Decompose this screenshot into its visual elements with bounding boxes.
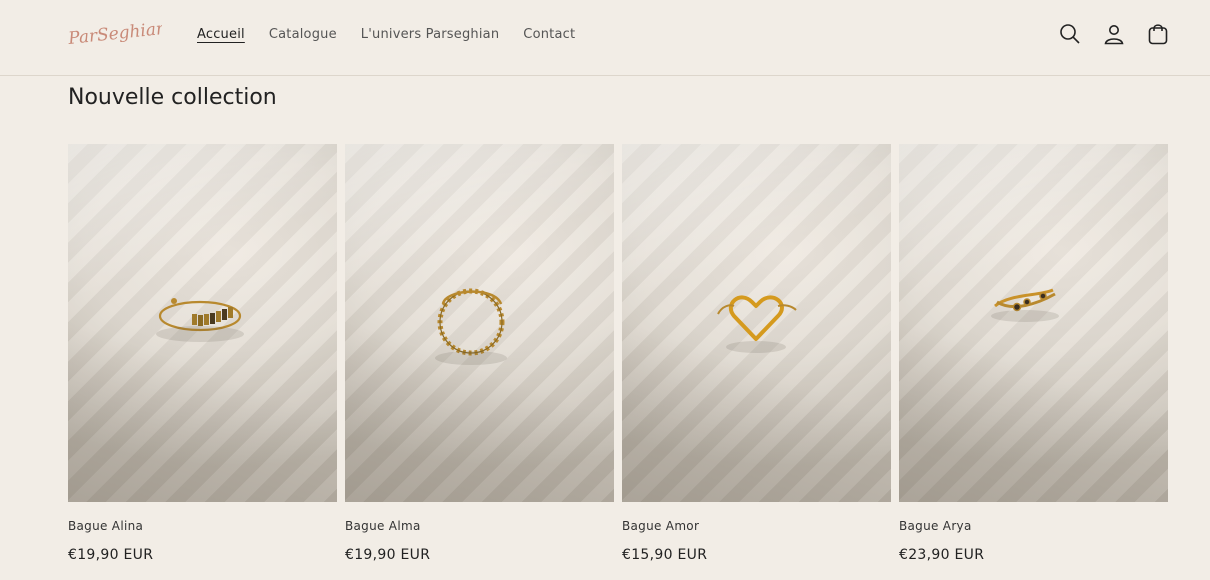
brand-logo[interactable]: ParSeghian [66, 14, 162, 54]
product-price: €19,90 EUR [345, 547, 431, 563]
header-icons [1058, 22, 1190, 46]
nav-item-catalogue[interactable]: Catalogue [269, 26, 337, 44]
cart-icon[interactable] [1146, 22, 1170, 46]
product-image[interactable] [622, 144, 891, 502]
product-image[interactable] [68, 144, 337, 502]
main-nav: Accueil Catalogue L'univers Parseghian C… [197, 26, 599, 44]
logo-text: ParSeghian [66, 19, 162, 49]
product-price: €19,90 EUR [68, 547, 154, 563]
ring-illustration [717, 295, 797, 353]
nav-item-univers[interactable]: L'univers Parseghian [361, 26, 500, 44]
product-card[interactable]: Bague Amor €15,90 EUR [622, 144, 891, 564]
product-price: €15,90 EUR [622, 547, 708, 563]
account-icon[interactable] [1102, 22, 1126, 46]
product-grid: Bague Alina €19,90 EUR Bague Alma €19,90… [68, 144, 1168, 564]
site-header: ParSeghian Accueil Catalogue L'univers P… [0, 0, 1210, 76]
product-name[interactable]: Bague Alma [345, 518, 614, 534]
ring-illustration [156, 298, 244, 342]
product-name[interactable]: Bague Arya [899, 518, 1168, 534]
product-name[interactable]: Bague Amor [622, 518, 891, 534]
product-name[interactable]: Bague Alina [68, 518, 337, 534]
product-card[interactable]: Bague Alina €19,90 EUR [68, 144, 337, 564]
product-card[interactable]: Bague Alma €19,90 EUR [345, 144, 614, 564]
nav-item-contact[interactable]: Contact [523, 26, 575, 44]
section-title: Nouvelle collection [68, 85, 277, 110]
search-icon[interactable] [1058, 22, 1082, 46]
ring-illustration [435, 288, 507, 365]
nav-item-accueil[interactable]: Accueil [197, 26, 245, 44]
product-price: €23,90 EUR [899, 547, 985, 563]
product-image[interactable] [345, 144, 614, 502]
product-image[interactable] [899, 144, 1168, 502]
ring-illustration [991, 288, 1059, 322]
product-card[interactable]: Bague Arya €23,90 EUR [899, 144, 1168, 564]
